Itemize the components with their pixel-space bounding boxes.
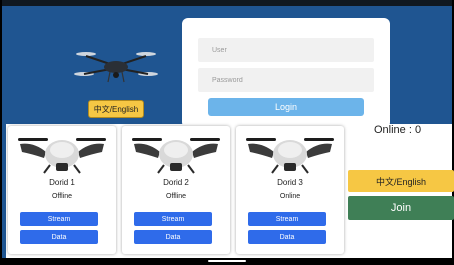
language-toggle-button[interactable]: 中文/English bbox=[348, 170, 454, 192]
home-indicator[interactable] bbox=[208, 260, 246, 262]
login-form: Login bbox=[182, 18, 390, 124]
drone-name: Dorid 3 bbox=[277, 178, 303, 187]
drone-card-1: Dorid 1 Offline Stream Data bbox=[8, 126, 116, 254]
drone-icon bbox=[132, 138, 220, 174]
login-screen: 中文/English Login bbox=[2, 0, 452, 124]
drone-icon bbox=[18, 138, 106, 174]
drone-status: Offline bbox=[165, 193, 187, 200]
drone-icon bbox=[246, 138, 334, 174]
language-toggle-button[interactable]: 中文/English bbox=[88, 100, 144, 118]
drone-name: Dorid 2 bbox=[163, 178, 189, 187]
stream-button-1[interactable]: Stream bbox=[20, 212, 98, 226]
drone-card-3: Dorid 3 Online Stream Data bbox=[236, 126, 344, 254]
drone-name: Dorid 1 bbox=[49, 178, 75, 187]
status-bar bbox=[2, 0, 452, 6]
drone-status: Online bbox=[279, 193, 301, 200]
stream-button-2[interactable]: Stream bbox=[134, 212, 212, 226]
join-button[interactable]: Join bbox=[348, 196, 454, 220]
drone-status: Offline bbox=[51, 193, 73, 200]
stream-button-3[interactable]: Stream bbox=[248, 212, 326, 226]
drone-dashboard: Dorid 1 Offline Stream Data Dorid 2 Offl… bbox=[2, 124, 454, 258]
login-button[interactable]: Login bbox=[208, 98, 364, 116]
online-count: Online : 0 bbox=[374, 124, 422, 136]
left-edge bbox=[2, 124, 6, 258]
drone-card-2: Dorid 2 Offline Stream Data bbox=[122, 126, 230, 254]
password-input[interactable] bbox=[198, 68, 374, 92]
data-button-1[interactable]: Data bbox=[20, 230, 98, 244]
drone-icon bbox=[74, 52, 158, 83]
data-button-3[interactable]: Data bbox=[248, 230, 326, 244]
user-input[interactable] bbox=[198, 38, 374, 62]
data-button-2[interactable]: Data bbox=[134, 230, 212, 244]
